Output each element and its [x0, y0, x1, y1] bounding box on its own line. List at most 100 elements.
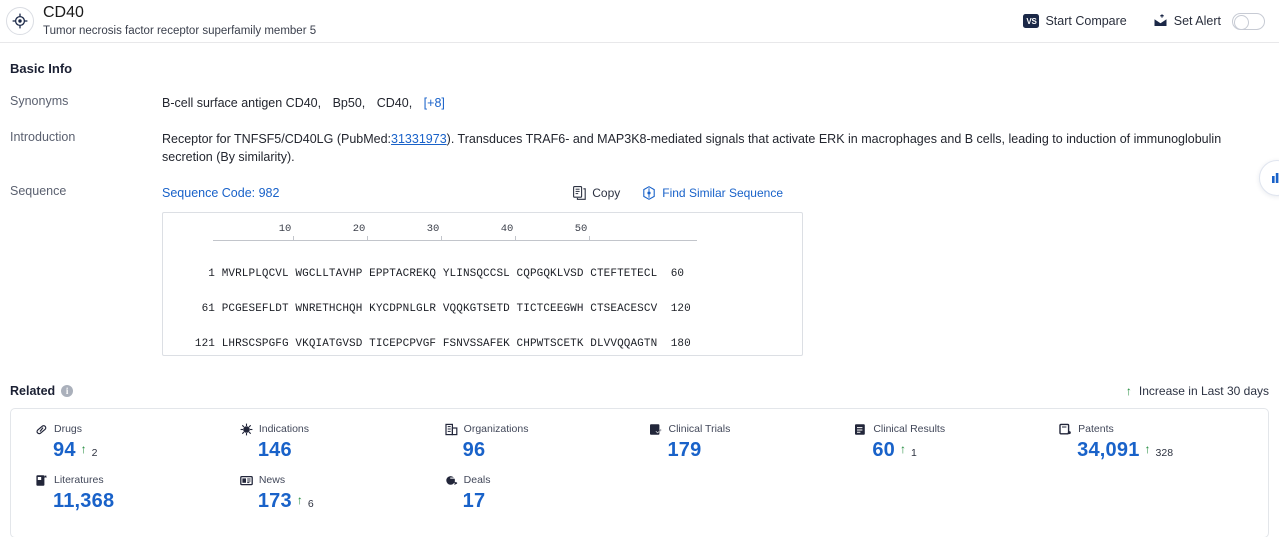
sequence-line-residues: LHRSCSPGFG VKQIATGVSD TICEPCPVGF FSNVSSA… [221, 338, 658, 350]
ruler-tick [293, 235, 294, 241]
stat-value-row: 173 ↑ 6 [240, 490, 435, 513]
stat-label: Organizations [463, 423, 529, 435]
ruler-tick-label: 20 [352, 223, 366, 236]
sequence-lines: 1 MVRLPLQCVL WGCLLTAVHP EPPTACREKQ YLINS… [189, 249, 802, 355]
stat-clinical-results[interactable]: Clinical Results 60 ↑ 1 [844, 423, 1049, 462]
stat-value-row: 94 ↑ 2 [35, 439, 230, 462]
copy-button[interactable]: Copy [573, 185, 620, 202]
vs-icon: VS [1023, 14, 1040, 28]
stat-news[interactable]: News 173 ↑ 6 [230, 474, 435, 513]
stat-value-row: 179 [649, 439, 844, 462]
arrow-up-icon: ↑ [1125, 383, 1132, 398]
stat-indications[interactable]: Indications 146 [230, 423, 435, 462]
sequence-line: 121 LHRSCSPGFG VKQIATGVSD TICEPCPVGF FSN… [189, 336, 802, 354]
stat-patents[interactable]: Patents 34,091 ↑ 328 [1049, 423, 1254, 462]
related-header: Related i ↑ Increase in Last 30 days [10, 384, 1269, 398]
sequence-value: Sequence Code: 982 Copy Find Similar Seq… [162, 184, 1269, 356]
sequence-label: Sequence [10, 184, 67, 199]
sequence-ruler: 10 20 30 40 50 [189, 223, 749, 249]
synonym-item: B-cell surface antigen CD40, [162, 96, 322, 110]
legend-label: Increase in Last 30 days [1138, 383, 1269, 398]
arrow-up-icon: ↑ [899, 441, 906, 456]
stat-value: 11,368 [53, 489, 115, 512]
sequence-line: 61 PCGESEFLDT WNRETHCHQH KYCDPNLGLR VQQK… [189, 301, 802, 319]
start-compare-label: Start Compare [1045, 14, 1127, 28]
ruler-tick [589, 235, 590, 241]
ruler-line [213, 239, 697, 241]
stat-label: Clinical Results [873, 423, 946, 435]
stat-delta: 6 [307, 497, 314, 510]
stat-delta: 328 [1155, 446, 1174, 459]
sequence-line-end: 60 [670, 268, 685, 280]
stat-drugs[interactable]: Drugs 94 ↑ 2 [25, 423, 230, 462]
sequence-tools: Copy Find Similar Sequence [573, 185, 1269, 202]
copy-label: Copy [592, 185, 621, 200]
stat-literatures[interactable]: Literatures 11,368 [25, 474, 230, 513]
building-icon [445, 423, 458, 436]
stat-value: 173 [257, 489, 292, 512]
clipboard-check-icon [649, 423, 662, 436]
page-title: CD40 [43, 4, 84, 22]
sequence-code-link[interactable]: Sequence Code: 982 [162, 184, 279, 202]
synonyms-more-link[interactable]: [+8] [424, 96, 445, 110]
info-icon[interactable]: i [61, 384, 74, 397]
stat-value: 146 [257, 438, 292, 461]
stat-value: 17 [462, 489, 486, 512]
set-alert-label: Set Alert [1173, 14, 1221, 28]
set-alert-toggle[interactable] [1232, 12, 1265, 30]
stat-clinical-trials[interactable]: Clinical Trials 179 [639, 423, 844, 462]
stat-header: Indications [240, 423, 435, 436]
arrow-up-icon: ↑ [1144, 441, 1151, 456]
related-stats-card: Drugs 94 ↑ 2 Indications 146 Organizatio… [10, 407, 1269, 537]
stat-deals[interactable]: Deals 17 [435, 474, 640, 513]
stat-label: Drugs [54, 423, 83, 435]
stat-value: 60 [872, 438, 895, 461]
sequence-line-start: 121 [194, 338, 215, 350]
introduction-text-pre: Receptor for TNFSF5/CD40LG (PubMed: [162, 132, 392, 147]
copy-icon [573, 186, 586, 201]
ruler-tick [515, 235, 516, 241]
related-title: Related [10, 383, 56, 398]
start-compare-button[interactable]: VS Start Compare [1023, 14, 1127, 28]
sequence-line: 1 MVRLPLQCVL WGCLLTAVHP EPPTACREKQ YLINS… [189, 266, 802, 284]
synonym-item: CD40, [376, 96, 413, 110]
sequence-header: Sequence Code: 982 Copy Find Similar Seq… [162, 184, 1269, 202]
stat-header: Drugs [35, 423, 230, 436]
find-similar-sequence-button[interactable]: Find Similar Sequence [642, 185, 783, 202]
news-icon [239, 474, 253, 487]
sequence-line-end: 120 [670, 303, 691, 315]
stat-label: News [258, 474, 286, 486]
chart-bar-icon [1270, 171, 1279, 185]
header-titles: CD40 Tumor necrosis factor receptor supe… [43, 4, 316, 38]
stat-value-row: 146 [240, 439, 435, 462]
clipboard-data-icon [854, 423, 867, 436]
virus-icon [240, 423, 253, 436]
basic-info-heading: Basic Info [10, 61, 73, 76]
ruler-tick-label: 50 [574, 223, 588, 236]
stat-header: Patents [1059, 423, 1254, 436]
pubmed-link[interactable]: 31331973 [391, 132, 447, 146]
alert-bell-icon [1153, 14, 1168, 28]
ruler-tick [367, 235, 368, 241]
stat-organizations[interactable]: Organizations 96 [435, 423, 640, 462]
sequence-line-residues: MVRLPLQCVL WGCLLTAVHP EPPTACREKQ YLINSQC… [221, 268, 658, 280]
stat-delta: 2 [91, 446, 98, 459]
ruler-tick-label: 10 [278, 223, 292, 236]
similar-sequence-icon [642, 186, 656, 201]
top-header-bar: CD40 Tumor necrosis factor receptor supe… [0, 0, 1279, 43]
stat-header: News [239, 474, 435, 487]
stat-value-row: 11,368 [35, 490, 230, 513]
stat-value-row: 60 ↑ 1 [854, 439, 1049, 462]
ruler-tick-label: 40 [500, 223, 514, 236]
target-icon [6, 7, 34, 35]
stat-header: Organizations [445, 423, 640, 436]
increase-legend: ↑ Increase in Last 30 days [1126, 384, 1269, 398]
sequence-viewer[interactable]: 10 20 30 40 50 1 MVRLPLQCVL WGCLLTAVHP E… [162, 211, 803, 356]
ruler-tick [441, 235, 442, 241]
deal-icon [445, 474, 458, 487]
page-subtitle: Tumor necrosis factor receptor superfami… [43, 24, 317, 37]
set-alert-control[interactable]: Set Alert [1153, 12, 1265, 30]
introduction-value: Receptor for TNFSF5/CD40LG (PubMed:31331… [162, 130, 1269, 166]
stat-value: 34,091 [1077, 438, 1140, 461]
stat-header: Clinical Results [854, 423, 1049, 436]
